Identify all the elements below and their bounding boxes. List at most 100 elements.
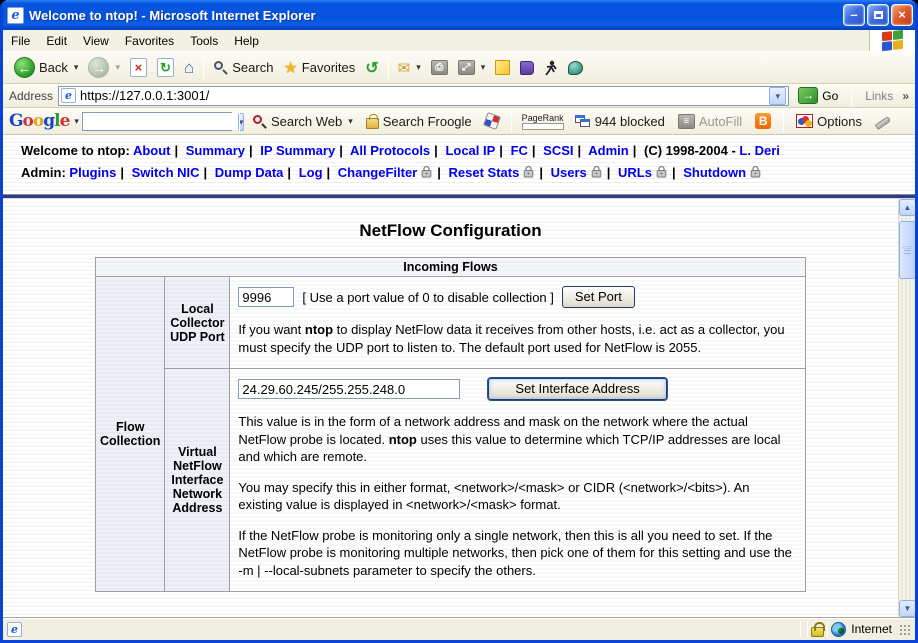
menu-tools[interactable]: Tools [182, 31, 226, 51]
back-icon: ← [14, 57, 35, 78]
fullscreen-icon: ⤢ [458, 60, 475, 75]
search-button[interactable]: Search [208, 58, 278, 77]
links-chevron-icon[interactable]: » [902, 89, 909, 103]
nav-link-ip-summary[interactable]: IP Summary [260, 143, 335, 158]
favorites-button[interactable]: ★ Favorites [278, 56, 360, 80]
pagerank-label: PageRank [522, 113, 564, 123]
vertical-scrollbar[interactable]: ▲ ▼ [898, 199, 915, 617]
research-button[interactable] [515, 59, 539, 77]
set-port-button[interactable]: Set Port [562, 286, 635, 308]
resize-grip[interactable] [898, 623, 911, 636]
back-dropdown-icon[interactable]: ▾ [74, 62, 79, 73]
ssl-lock-icon [811, 627, 824, 637]
menu-file[interactable]: File [3, 31, 38, 51]
admin-link-log[interactable]: Log [299, 165, 323, 180]
options-button[interactable]: Options [791, 112, 867, 131]
menu-help[interactable]: Help [226, 31, 267, 51]
title-bar: e Welcome to ntop! - Microsoft Internet … [0, 0, 918, 30]
search-icon [213, 60, 228, 75]
nav-link-fc[interactable]: FC [511, 143, 528, 158]
blogger-icon: B [755, 113, 771, 129]
admin-link-urls[interactable]: URLs [618, 165, 652, 180]
fullscreen-button[interactable]: ⤢ ▾ [453, 58, 491, 77]
table-row: Flow Collection Local Collector UDP Port… [96, 277, 806, 369]
home-button[interactable]: ⌂ [179, 56, 199, 80]
google-logo[interactable]: Google [9, 111, 69, 131]
aim-button[interactable] [539, 58, 563, 78]
admin-link-switch-nic[interactable]: Switch NIC [132, 165, 200, 180]
menu-view[interactable]: View [75, 31, 117, 51]
google-toolbar: Google ▾ ▾ Search Web ▾ Search Froogle P… [3, 108, 915, 135]
autofill-button[interactable]: ≡ AutoFill [673, 112, 747, 131]
address-input[interactable] [80, 88, 769, 103]
scroll-down-icon: ▼ [904, 604, 912, 613]
minimize-button[interactable]: – [843, 4, 865, 26]
print-button[interactable]: ⎙ [426, 58, 453, 77]
google-search-input[interactable] [83, 113, 238, 130]
popup-blocked-button[interactable]: 944 blocked [570, 112, 670, 131]
refresh-button[interactable]: ↻ [152, 56, 179, 79]
scrollbar-thumb[interactable] [899, 221, 915, 279]
set-interface-address-button[interactable]: Set Interface Address [488, 378, 666, 400]
froogle-bag-icon [366, 118, 379, 129]
admin-link-reset-stats[interactable]: Reset Stats [449, 165, 520, 180]
scroll-down-button[interactable]: ▼ [899, 600, 915, 617]
admin-link-users[interactable]: Users [551, 165, 587, 180]
go-button[interactable]: → Go [794, 86, 842, 105]
address-field[interactable]: e ▾ [58, 86, 789, 106]
nav-link-local-ip[interactable]: Local IP [445, 143, 495, 158]
aim-person-icon [544, 60, 558, 76]
back-button[interactable]: ← Back ▾ [9, 55, 83, 80]
minimize-icon: – [850, 7, 857, 22]
highlighter-button[interactable] [870, 114, 896, 128]
table-header-incoming-flows: Incoming Flows [96, 258, 806, 277]
ntop-nav-frame: Welcome to ntop: About| Summary| IP Summ… [3, 135, 915, 194]
row-label-interface-address: Virtual NetFlow Interface Network Addres… [165, 369, 230, 592]
address-dropdown-button[interactable]: ▾ [769, 87, 786, 105]
nav-link-about[interactable]: About [133, 143, 171, 158]
admin-link-plugins[interactable]: Plugins [69, 165, 116, 180]
go-label: Go [822, 89, 838, 103]
search-froogle-button[interactable]: Search Froogle [361, 112, 477, 131]
search-web-button[interactable]: Search Web ▾ [247, 112, 358, 131]
search-web-caret-icon: ▾ [348, 116, 353, 127]
history-icon: ↺ [365, 58, 378, 78]
group-label-flow-collection: Flow Collection [96, 277, 165, 592]
maximize-button[interactable] [867, 4, 889, 26]
stop-button[interactable]: × [125, 56, 152, 79]
discuss-button[interactable] [490, 58, 515, 77]
news-button[interactable] [480, 112, 504, 130]
home-icon: ⌂ [184, 58, 194, 78]
author-link[interactable]: L. Deri [739, 143, 779, 158]
nav-link-all-protocols[interactable]: All Protocols [350, 143, 430, 158]
welcome-label: Welcome to ntop: [21, 143, 130, 158]
forward-icon: → [88, 57, 109, 78]
blogger-button[interactable]: B [750, 111, 776, 131]
udp-port-input[interactable] [238, 287, 294, 307]
refresh-icon: ↻ [157, 58, 174, 77]
google-search-box[interactable]: ▾ [82, 112, 232, 131]
google-logo-caret-icon[interactable]: ▾ [74, 116, 79, 127]
menu-favorites[interactable]: Favorites [117, 31, 182, 51]
nav-link-admin[interactable]: Admin [588, 143, 628, 158]
admin-link-shutdown[interactable]: Shutdown [683, 165, 746, 180]
favorites-star-icon: ★ [283, 58, 297, 78]
history-button[interactable]: ↺ [360, 56, 383, 80]
links-label[interactable]: Links [861, 89, 897, 103]
ie-page-icon: e [7, 7, 24, 24]
nav-link-summary[interactable]: Summary [186, 143, 245, 158]
menu-edit[interactable]: Edit [38, 31, 75, 51]
messenger-button[interactable] [563, 59, 588, 77]
interface-address-input[interactable] [238, 379, 460, 399]
close-button[interactable]: × [891, 4, 913, 26]
nav-link-scsi[interactable]: SCSI [543, 143, 573, 158]
address-label: Address [9, 89, 53, 103]
mail-dropdown-icon: ▾ [416, 62, 421, 73]
forward-button[interactable]: → ▾ [83, 55, 125, 80]
mail-button[interactable]: ✉ ▾ [393, 57, 426, 79]
pagerank-indicator[interactable]: PageRank [519, 113, 567, 130]
scroll-up-button[interactable]: ▲ [899, 199, 915, 216]
admin-link-dump-data[interactable]: Dump Data [215, 165, 284, 180]
admin-link-changefilter[interactable]: ChangeFilter [338, 165, 417, 180]
menu-bar: File Edit View Favorites Tools Help [3, 30, 915, 52]
